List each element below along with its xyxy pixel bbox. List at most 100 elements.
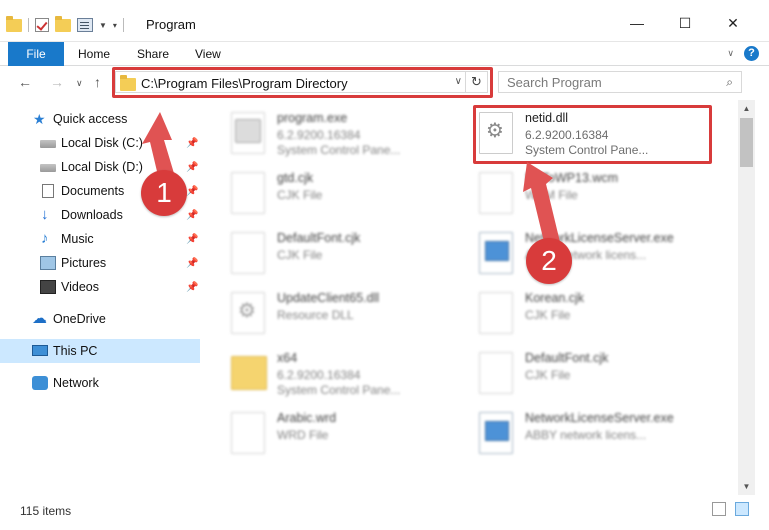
pin-icon[interactable]: 📌 <box>186 258 198 269</box>
sidebar-item-label: Videos <box>61 280 99 294</box>
search-box[interactable]: ⌕ <box>498 71 742 93</box>
network-exe-icon <box>479 232 513 274</box>
disk-icon <box>40 164 56 172</box>
file-meta: CJK File <box>277 188 323 202</box>
file-icon <box>479 292 513 334</box>
search-icon[interactable]: ⌕ <box>726 75 733 90</box>
scroll-down-icon[interactable]: ▼ <box>738 478 755 495</box>
file-item[interactable]: NetworkLicenseServer.exe ABBY network li… <box>479 410 729 468</box>
sidebar-item-label: Network <box>53 376 99 390</box>
dll-gear-icon <box>231 292 265 334</box>
minimize-button[interactable]: — <box>622 12 652 34</box>
file-name: gtd.cjk <box>277 171 314 185</box>
sidebar-item-label: Music <box>61 232 94 246</box>
file-name: MxToWP13.wcm <box>525 171 619 185</box>
file-item[interactable]: program.exe 6.2.9200.16384 System Contro… <box>231 110 481 168</box>
netid-dll-highlight <box>473 105 712 164</box>
large-icons-view-icon[interactable] <box>735 502 749 516</box>
pictures-icon <box>40 256 56 270</box>
network-icon <box>32 376 48 390</box>
file-item[interactable]: x64 6.2.9200.16384 System Control Pane..… <box>231 350 481 408</box>
status-bar: 115 items <box>0 495 769 530</box>
file-meta: WCM File <box>525 188 578 202</box>
pin-icon[interactable]: 📌 <box>186 186 198 197</box>
file-meta: CJK File <box>525 308 571 322</box>
view-options-icon[interactable] <box>77 18 93 32</box>
separator <box>122 18 124 32</box>
customize-toolbar-icon[interactable]: ▾ <box>113 21 117 30</box>
properties-check-icon[interactable] <box>35 18 49 32</box>
tab-view[interactable]: View <box>195 42 221 66</box>
download-icon: ↓ <box>41 206 49 223</box>
file-meta: 6.2.9200.16384 <box>277 128 361 142</box>
item-count: 115 items <box>20 504 72 518</box>
file-icon <box>479 352 513 394</box>
navigation-pane: ★ Quick access Local Disk (C:) 📌 Local D… <box>0 100 200 495</box>
tab-home[interactable]: Home <box>78 42 110 66</box>
sidebar-item-onedrive[interactable]: ☁ OneDrive <box>0 307 200 331</box>
forward-arrow-icon[interactable]: → <box>50 74 64 90</box>
scroll-up-icon[interactable]: ▲ <box>738 100 755 117</box>
expand-ribbon-icon[interactable]: ∨ <box>727 48 734 59</box>
details-view-icon[interactable] <box>712 502 726 516</box>
back-arrow-icon[interactable]: ← <box>18 74 32 90</box>
sidebar-item-pictures[interactable]: Pictures 📌 <box>0 251 200 275</box>
file-item[interactable]: Arabic.wrd WRD File <box>231 410 481 468</box>
pin-icon[interactable]: 📌 <box>186 282 198 293</box>
scroll-thumb[interactable] <box>740 118 753 167</box>
star-icon: ★ <box>33 111 46 127</box>
file-icon <box>231 412 265 454</box>
sidebar-item-local-disk-c[interactable]: Local Disk (C:) 📌 <box>0 131 200 155</box>
new-folder-icon[interactable] <box>55 15 71 32</box>
documents-icon <box>42 184 54 198</box>
tab-share[interactable]: Share <box>137 42 169 66</box>
recent-locations-icon[interactable]: ∨ <box>76 78 83 89</box>
sidebar-item-music[interactable]: ♪ Music 📌 <box>0 227 200 251</box>
help-icon[interactable]: ? <box>744 46 759 61</box>
file-item[interactable]: MxToWP13.wcm WCM File <box>479 170 729 228</box>
separator <box>28 18 29 32</box>
tab-file[interactable]: File <box>8 42 64 66</box>
callout-2: 2 <box>526 238 572 284</box>
sidebar-item-videos[interactable]: Videos 📌 <box>0 275 200 299</box>
pc-icon <box>32 345 48 356</box>
onedrive-icon: ☁ <box>32 310 47 327</box>
sidebar-item-quick-access[interactable]: ★ Quick access <box>0 107 200 131</box>
search-input[interactable] <box>507 75 707 90</box>
folder-icon <box>231 356 267 390</box>
file-item[interactable]: DefaultFont.cjk CJK File <box>231 230 481 288</box>
network-exe-icon <box>479 412 513 454</box>
file-name: NetworkLicenseServer.exe <box>525 411 674 425</box>
file-item[interactable]: NetworkLicenseServer.exe ABBY network li… <box>479 230 729 288</box>
address-bar-highlight <box>112 67 493 98</box>
folder-icon <box>6 15 22 32</box>
file-icon <box>231 172 265 214</box>
file-name: x64 <box>277 351 298 365</box>
file-name: DefaultFont.cjk <box>277 231 361 245</box>
sidebar-item-this-pc[interactable]: This PC <box>0 339 200 363</box>
window-title: Program <box>146 17 196 32</box>
file-item[interactable]: gtd.cjk CJK File <box>231 170 481 228</box>
file-item[interactable]: Korean.cjk CJK File <box>479 290 729 348</box>
pin-icon[interactable]: 📌 <box>186 210 198 221</box>
file-meta: System Control Pane... <box>277 143 401 157</box>
pin-icon[interactable]: 📌 <box>186 138 198 149</box>
up-arrow-icon[interactable]: ↑ <box>94 74 101 90</box>
disk-icon <box>40 140 56 148</box>
maximize-button[interactable]: ☐ <box>670 12 700 34</box>
file-item[interactable]: UpdateClient65.dll Resource DLL <box>231 290 481 348</box>
sidebar-item-label: OneDrive <box>53 312 106 326</box>
file-name: Arabic.wrd <box>277 411 337 425</box>
close-button[interactable]: ✕ <box>718 12 748 34</box>
pin-icon[interactable]: 📌 <box>186 162 198 173</box>
file-name: program.exe <box>277 111 348 125</box>
file-name: Korean.cjk <box>525 291 585 305</box>
vertical-scrollbar[interactable]: ▲ ▼ <box>738 100 755 495</box>
file-meta: 6.2.9200.16384 <box>277 368 361 382</box>
pin-icon[interactable]: 📌 <box>186 234 198 245</box>
sidebar-item-network[interactable]: Network <box>0 371 200 395</box>
chevron-down-icon[interactable]: ▼ <box>99 21 107 30</box>
file-icon <box>479 172 513 214</box>
file-item[interactable]: DefaultFont.cjk CJK File <box>479 350 729 408</box>
ribbon-tabs: File Home Share View ∨ ? <box>0 42 769 66</box>
